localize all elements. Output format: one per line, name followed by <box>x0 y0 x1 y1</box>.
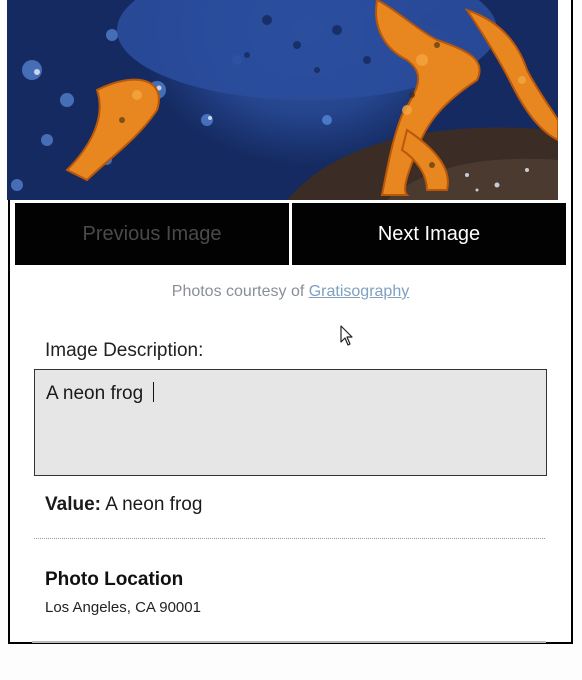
frog-photo-art <box>11 0 558 200</box>
text-caret <box>153 382 155 402</box>
photo-credit: Photos courtesy of Gratisography <box>15 283 566 301</box>
image-description-textarea[interactable]: A neon frog <box>34 369 547 476</box>
image-description-label: Image Description: <box>45 340 204 361</box>
photo-location-value: Los Angeles, CA 90001 <box>45 599 201 616</box>
description-value: A neon frog <box>46 383 149 404</box>
previous-image-button[interactable]: Previous Image <box>15 203 289 265</box>
section-divider <box>34 538 545 539</box>
image-description-text: A neon frog <box>46 382 155 405</box>
gallery-photo <box>7 0 558 200</box>
credit-prefix: Photos courtesy of <box>171 283 309 300</box>
next-image-button[interactable]: Next Image <box>292 203 566 265</box>
photo-location-title: Photo Location <box>45 569 184 590</box>
value-label: Value: <box>45 494 101 515</box>
gratisography-link[interactable]: Gratisography <box>309 283 410 300</box>
value-text: A neon frog <box>100 494 203 515</box>
bottom-divider <box>32 641 546 643</box>
value-output: Value: A neon frog <box>45 494 202 516</box>
mouse-pointer-icon <box>340 325 354 352</box>
